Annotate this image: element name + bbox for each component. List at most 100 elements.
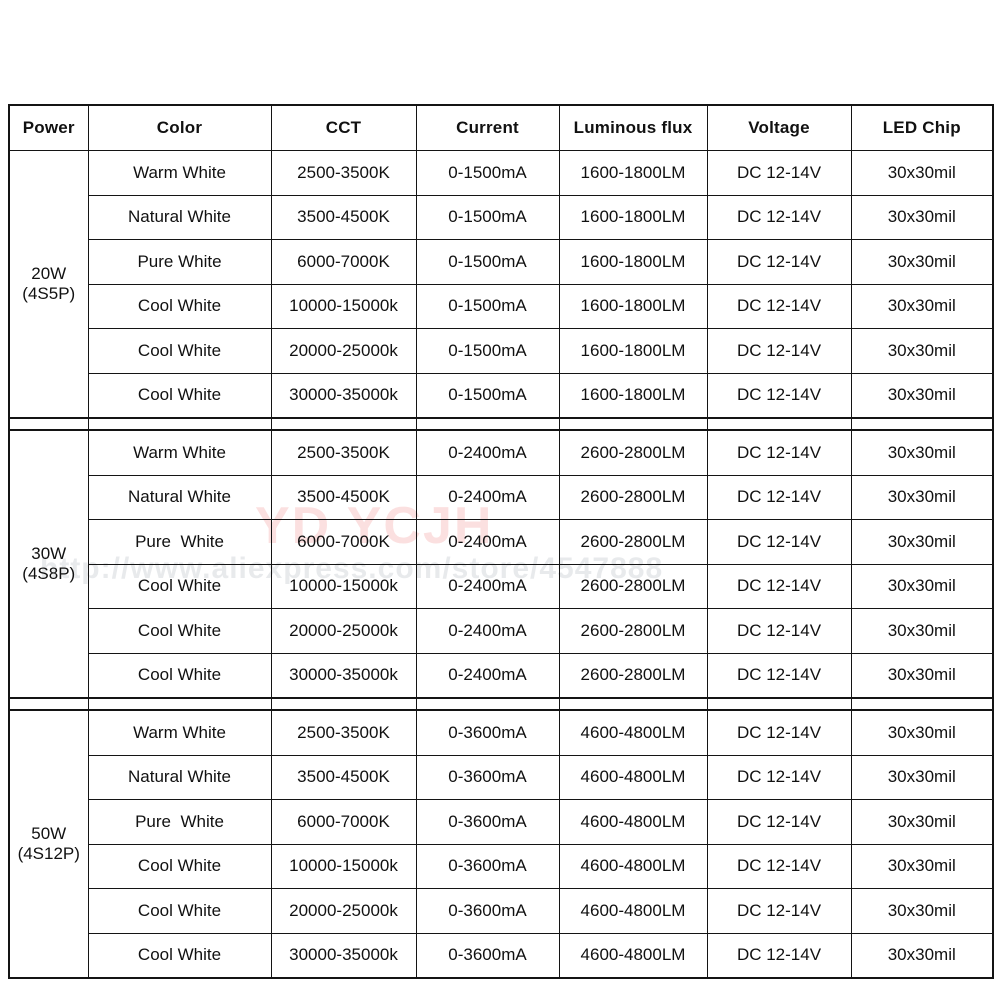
table-row: 20W (4S5P) Warm White 2500-3500K 0-1500mA 160… (8, 150, 994, 419)
group-separator-cell (850, 697, 994, 711)
power-config-label: (4S12P) (17, 844, 80, 863)
table-row: Pure White 6000-7000K 0-2400mA 2600-2800LM D… (9, 519, 994, 565)
cell-flux: 2600-2800LM (558, 474, 708, 520)
cell-color: Cool White (87, 608, 272, 654)
group-separator-cell (415, 417, 560, 431)
cell-color: Warm White (87, 429, 272, 476)
cell-color: Warm White (87, 150, 272, 196)
cell-chip: 30x30mil (850, 709, 994, 756)
cell-voltage: DC 12-14V (706, 239, 852, 285)
power-watt-label: 30W (31, 544, 67, 564)
cell-voltage: DC 12-14V (706, 652, 852, 699)
power-config-label: (4S8P) (22, 564, 76, 583)
group-separator-cell (8, 697, 89, 711)
cell-current: 0-1500mA (415, 283, 560, 329)
cell-flux: 1600-1800LM (558, 328, 708, 374)
power-config-label: (4S5P) (22, 284, 76, 303)
power-group-cell-30w: 30W (4S8P) (8, 429, 89, 699)
cell-color: Warm White (87, 709, 272, 756)
cell-current: 0-2400mA (415, 563, 560, 609)
cell-cct: 10000-15000k (270, 283, 417, 329)
group-separator-row (8, 417, 994, 431)
group-separator-row (8, 697, 994, 711)
specification-table-container: Power Color CCT Current Luminous flux Voltage… (8, 104, 994, 979)
cell-current: 0-1500mA (415, 239, 560, 285)
cell-cct: 2500-3500K (270, 150, 417, 196)
cell-voltage: DC 12-14V (706, 429, 852, 476)
cell-current: 0-3600mA (415, 709, 560, 756)
column-header-flux: Luminous flux (558, 104, 708, 151)
table-body: 20W (4S5P) Warm White 2500-3500K 0-1500mA 160… (8, 150, 994, 979)
cell-current: 0-3600mA (415, 843, 560, 889)
cell-chip: 30x30mil (850, 429, 994, 476)
table-row: 30W (4S8P) Warm White 2500-3500K 0-2400mA 260… (8, 429, 994, 699)
cell-cct: 20000-25000k (270, 888, 417, 934)
led-specification-table: Power Color CCT Current Luminous flux Voltage… (8, 104, 994, 979)
cell-flux: 4600-4800LM (558, 888, 708, 934)
cell-chip: 30x30mil (850, 608, 994, 654)
group-separator-cell (558, 697, 708, 711)
table-header: Power Color CCT Current Luminous flux Voltage… (8, 104, 994, 151)
cell-flux: 4600-4800LM (558, 843, 708, 889)
cell-chip: 30x30mil (850, 843, 994, 889)
cell-current: 0-3600mA (415, 754, 560, 800)
cell-chip: 30x30mil (850, 519, 994, 565)
table-row: Cool White 20000-25000k 0-2400mA 2600-2800L… (9, 608, 994, 654)
column-header-current: Current (415, 104, 560, 151)
cell-cct: 10000-15000k (270, 843, 417, 889)
cell-color: Cool White (87, 328, 272, 374)
cell-chip: 30x30mil (850, 652, 994, 699)
group-separator-cell (270, 697, 417, 711)
cell-cct: 6000-7000K (270, 799, 417, 845)
cell-color: Natural White (87, 754, 272, 800)
cell-chip: 30x30mil (850, 563, 994, 609)
table-row: Natural White 3500-4500K 0-1500mA 1600-1800… (9, 194, 994, 240)
cell-cct: 10000-15000k (270, 563, 417, 609)
cell-color: Natural White (87, 474, 272, 520)
column-header-color: Color (87, 104, 272, 151)
table-row: Cool White 30000-35000k 0-3600mA 4600-4800L… (9, 932, 994, 979)
cell-chip: 30x30mil (850, 754, 994, 800)
cell-color: Pure White (87, 799, 272, 845)
cell-flux: 2600-2800LM (558, 519, 708, 565)
cell-current: 0-2400mA (415, 429, 560, 476)
cell-chip: 30x30mil (850, 799, 994, 845)
table-row: Cool White 10000-15000k 0-1500mA 1600-1800L… (9, 283, 994, 329)
cell-flux: 2600-2800LM (558, 608, 708, 654)
cell-current: 0-3600mA (415, 799, 560, 845)
group-separator-cell (87, 697, 272, 711)
power-group-cell-50w: 50W (4S12P) (8, 709, 89, 979)
cell-chip: 30x30mil (850, 150, 994, 196)
cell-color: Cool White (87, 283, 272, 329)
table-row: Natural White 3500-4500K 0-3600mA 4600-4800… (9, 754, 994, 800)
power-group-cell-20w: 20W (4S5P) (8, 150, 89, 419)
cell-cct: 6000-7000K (270, 239, 417, 285)
cell-voltage: DC 12-14V (706, 563, 852, 609)
cell-cct: 3500-4500K (270, 194, 417, 240)
cell-flux: 4600-4800LM (558, 754, 708, 800)
cell-chip: 30x30mil (850, 474, 994, 520)
power-watt-label: 50W (31, 824, 67, 844)
table-row: Cool White 10000-15000k 0-3600mA 4600-4800L… (9, 843, 994, 889)
table-row: Cool White 20000-25000k 0-1500mA 1600-1800L… (9, 328, 994, 374)
cell-voltage: DC 12-14V (706, 519, 852, 565)
cell-color: Cool White (87, 932, 272, 979)
table-row: 50W (4S12P) Warm White 2500-3500K 0-3600mA 46… (8, 709, 994, 979)
cell-voltage: DC 12-14V (706, 888, 852, 934)
cell-color: Cool White (87, 652, 272, 699)
cell-voltage: DC 12-14V (706, 709, 852, 756)
cell-color: Pure White (87, 519, 272, 565)
cell-chip: 30x30mil (850, 194, 994, 240)
cell-flux: 2600-2800LM (558, 429, 708, 476)
cell-voltage: DC 12-14V (706, 474, 852, 520)
group-separator-cell (415, 697, 560, 711)
table-row: Cool White 20000-25000k 0-3600mA 4600-4800L… (9, 888, 994, 934)
cell-cct: 30000-35000k (270, 652, 417, 699)
group-separator-cell (8, 417, 89, 431)
group-separator-cell (87, 417, 272, 431)
group-separator-cell (270, 417, 417, 431)
cell-chip: 30x30mil (850, 239, 994, 285)
cell-cct: 3500-4500K (270, 474, 417, 520)
cell-current: 0-2400mA (415, 652, 560, 699)
column-header-cct: CCT (270, 104, 417, 151)
